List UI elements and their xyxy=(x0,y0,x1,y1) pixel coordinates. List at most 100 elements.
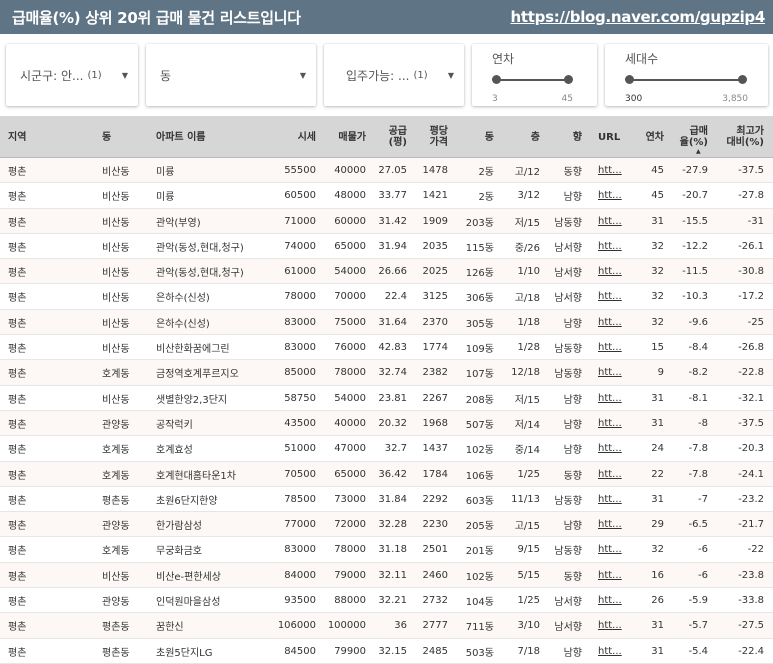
table-row[interactable]: 평촌 호계동 금정역호계푸르지오 85000 78000 32.74 2382 107동 12/… xyxy=(0,360,773,386)
column-header-url[interactable]: URL xyxy=(598,116,628,158)
listing-table: 지역 동 아파트 이름 시세 매물가 공급 (평) 평당 가격 동 층 향 URL 연차 급매 율(%)… xyxy=(0,116,773,664)
cell-area: 31.64 xyxy=(378,316,407,328)
table-row[interactable]: 평촌 비산동 샛별한양2,3단지 58750 54000 23.81 2267 208동 저/1… xyxy=(0,386,773,411)
table-row[interactable]: 평촌 호계동 호계현대홈타운1차 70500 65000 36.42 1784 106동 1/2… xyxy=(0,461,773,487)
cell-discount: -7 xyxy=(698,493,708,505)
table-row[interactable]: 평촌 호계동 호계효성 51000 47000 32.7 1437 102동 중/14 남향 htt… xyxy=(0,436,773,462)
table-row[interactable]: 평촌 비산동 미륭 60500 48000 33.77 1421 2동 3/12 남향 htt...… xyxy=(0,183,773,209)
listing-link[interactable]: htt... xyxy=(598,209,628,234)
cell-per-pyeong: 1774 xyxy=(422,342,448,354)
cell-discount: -7.8 xyxy=(688,468,708,480)
cell-age: 32 xyxy=(651,291,664,303)
column-header-floor[interactable]: 층 xyxy=(496,116,540,158)
listing-link[interactable]: htt... xyxy=(598,158,628,183)
age-slider-max-handle[interactable] xyxy=(564,75,573,84)
column-header-area[interactable]: 공급 (평) xyxy=(370,116,407,158)
listing-link[interactable]: htt... xyxy=(598,639,628,664)
cell-dong: 비산동 xyxy=(102,167,130,178)
listing-link[interactable]: htt... xyxy=(598,462,628,487)
move-in-filter[interactable]: 입주가능: ... (1) ▼ xyxy=(324,44,464,106)
column-header-market[interactable]: 시세 xyxy=(270,116,316,158)
age-slider-track[interactable] xyxy=(496,79,571,81)
column-header-dong[interactable]: 동 xyxy=(102,116,142,158)
table-row[interactable]: 평촌 비산동 미륭 55500 40000 27.05 1478 2동 고/12 동향 htt...… xyxy=(0,158,773,184)
cell-floor: 9/15 xyxy=(517,544,540,556)
move-in-filter-count: (1) xyxy=(413,69,428,81)
cell-per-pyeong: 2485 xyxy=(422,645,448,657)
blog-link[interactable]: https://blog.naver.com/gupzip4 xyxy=(511,8,766,26)
cell-direction: 남향 xyxy=(563,647,582,659)
cell-age: 31 xyxy=(651,620,664,632)
households-slider[interactable]: 세대수 300 3,850 xyxy=(605,44,768,106)
age-slider[interactable]: 연차 3 45 xyxy=(472,44,597,106)
listing-link[interactable]: htt... xyxy=(598,386,628,411)
cell-per-pyeong: 1909 xyxy=(422,215,448,227)
table-row[interactable]: 평촌 비산동 관악(동성,현대,청구) 74000 65000 31.94 2035 115동… xyxy=(0,234,773,260)
cell-vs-max: -17.2 xyxy=(738,291,764,303)
age-slider-min-handle[interactable] xyxy=(492,75,501,84)
cell-floor: 1/18 xyxy=(517,316,540,328)
table-row[interactable]: 평촌 평촌동 꿈한신 106000 100000 36 2777 711동 3/10 남서향 htt… xyxy=(0,613,773,639)
cell-vs-max: -24.1 xyxy=(738,468,764,480)
cell-vs-max: -33.8 xyxy=(738,595,764,607)
households-slider-max-handle[interactable] xyxy=(738,75,747,84)
listing-link[interactable]: htt... xyxy=(598,360,628,385)
cell-age: 32 xyxy=(651,316,664,328)
column-header-age[interactable]: 연차 xyxy=(632,116,664,158)
cell-dong: 호계동 xyxy=(102,369,130,381)
cell-vs-max: -26.8 xyxy=(738,342,764,354)
column-header-discount[interactable]: 급매 율(%) xyxy=(668,116,708,158)
cell-discount: -5.7 xyxy=(688,620,708,632)
listing-link[interactable]: htt... xyxy=(598,310,628,335)
dong-filter[interactable]: 동 ▼ xyxy=(146,44,316,106)
cell-market: 58750 xyxy=(284,392,316,404)
cell-area: 32.15 xyxy=(378,645,407,657)
cell-area: 26.66 xyxy=(378,266,407,278)
column-header-building[interactable]: 동 xyxy=(452,116,494,158)
cell-apt: 한가람삼성 xyxy=(156,521,202,533)
cell-market: 70500 xyxy=(284,468,316,480)
listing-link[interactable]: htt... xyxy=(598,487,628,512)
district-filter[interactable]: 시군구: 안... (1) ▼ xyxy=(6,44,138,106)
table-row[interactable]: 평촌 비산동 비산한화꿈에그린 83000 76000 42.83 1774 109동 1/28… xyxy=(0,335,773,361)
listing-link[interactable]: htt... xyxy=(598,537,628,562)
listing-link[interactable]: htt... xyxy=(598,512,628,537)
listing-link[interactable]: htt... xyxy=(598,613,628,638)
table-row[interactable]: 평촌 평촌동 초원5단지LG 84500 79900 32.15 2485 503동 7/18 남… xyxy=(0,639,773,664)
cell-building: 107동 xyxy=(465,369,494,381)
table-row[interactable]: 평촌 비산동 은하수(신성) 78000 70000 22.4 3125 306동 고/18 남서… xyxy=(0,284,773,310)
table-row[interactable]: 평촌 관양동 공작럭키 43500 40000 20.32 1968 507동 저/14 남향 ht… xyxy=(0,410,773,437)
cell-vs-max: -23.8 xyxy=(738,569,764,581)
table-row[interactable]: 평촌 평촌동 초원6단지한양 78500 73000 31.84 2292 603동 11/13… xyxy=(0,487,773,513)
table-row[interactable]: 평촌 비산동 관악(동성,현대,청구) 61000 54000 26.66 2025 126동… xyxy=(0,259,773,285)
column-header-per-pyeong[interactable]: 평당 가격 xyxy=(410,116,448,158)
table-row[interactable]: 평촌 관양동 인덕원마을삼성 93500 88000 32.21 2732 104동 1/25 남… xyxy=(0,588,773,614)
cell-floor: 중/26 xyxy=(514,242,540,254)
cell-floor: 5/15 xyxy=(517,569,540,581)
households-slider-track[interactable] xyxy=(629,79,742,81)
column-header-price[interactable]: 매물가 xyxy=(320,116,366,158)
cell-vs-max: -21.7 xyxy=(738,519,764,531)
listing-link[interactable]: htt... xyxy=(598,436,628,461)
listing-link[interactable]: htt... xyxy=(598,563,628,588)
table-row[interactable]: 평촌 비산동 비산e-편한세상 84000 79000 32.11 2460 102동 5/15… xyxy=(0,562,773,589)
listing-link[interactable]: htt... xyxy=(598,335,628,360)
table-row[interactable]: 평촌 관양동 한가람삼성 77000 72000 32.28 2230 205동 고/15 남향 h… xyxy=(0,512,773,538)
table-row[interactable]: 평촌 비산동 은하수(신성) 83000 75000 31.64 2370 305동 1/18 남… xyxy=(0,309,773,336)
listing-link[interactable]: htt... xyxy=(598,234,628,259)
column-header-vs-max[interactable]: 최고가 대비(%) xyxy=(712,116,764,158)
listing-link[interactable]: htt... xyxy=(598,588,628,613)
cell-direction: 남동향 xyxy=(554,344,582,356)
table-row[interactable]: 평촌 호계동 무궁화금호 83000 78000 31.18 2501 201동 9/15 남동향… xyxy=(0,537,773,563)
column-header-direction[interactable]: 향 xyxy=(542,116,582,158)
listing-link[interactable]: htt... xyxy=(598,259,628,284)
households-slider-min-handle[interactable] xyxy=(625,75,634,84)
column-header-apt[interactable]: 아파트 이름 xyxy=(156,116,276,158)
listing-link[interactable]: htt... xyxy=(598,183,628,208)
listing-link[interactable]: htt... xyxy=(598,411,628,436)
table-row[interactable]: 평촌 비산동 관악(부영) 71000 60000 31.42 1909 203동 저/15 남동… xyxy=(0,208,773,234)
cell-region: 평촌 xyxy=(8,268,27,280)
listing-link[interactable]: htt... xyxy=(598,284,628,309)
cell-region: 평촌 xyxy=(8,597,27,609)
column-header-region[interactable]: 지역 xyxy=(8,116,48,158)
